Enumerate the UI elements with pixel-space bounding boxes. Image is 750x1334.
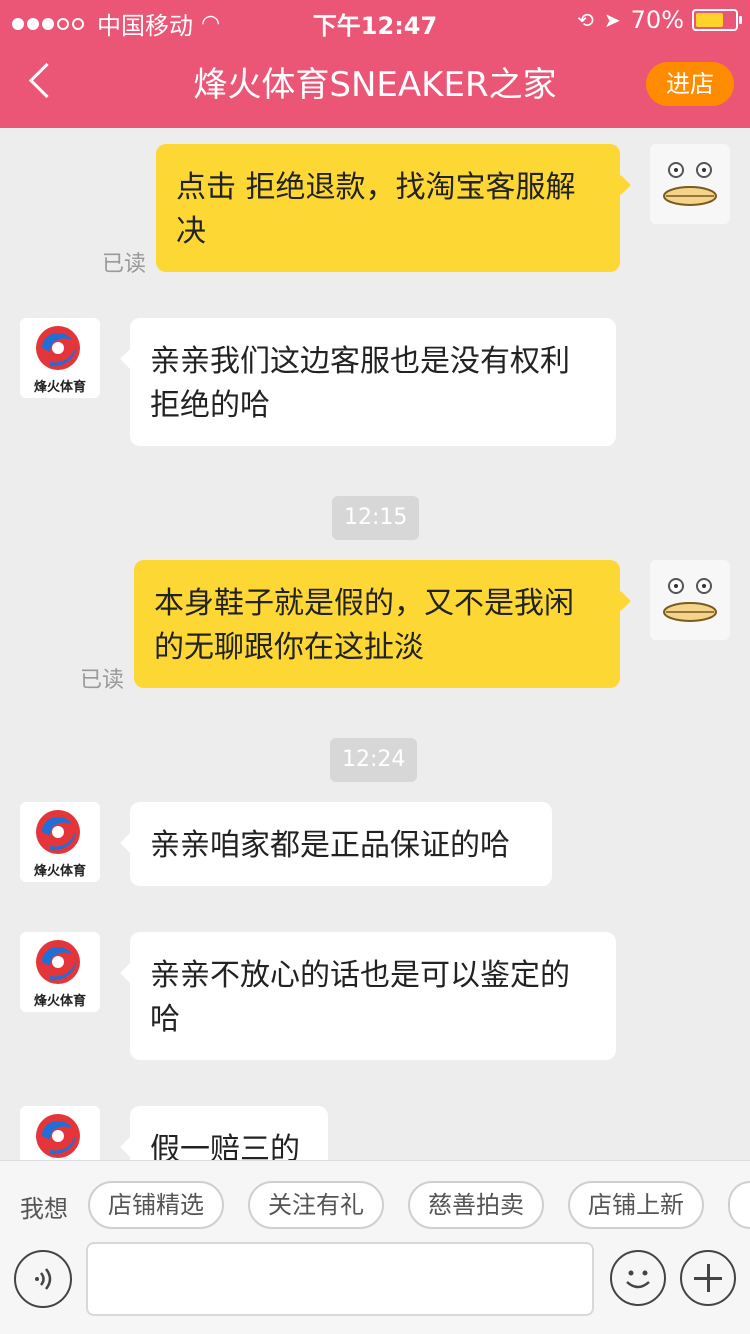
- message-bubble[interactable]: 亲亲我们这边客服也是没有权利拒绝的哈: [130, 318, 616, 446]
- back-button[interactable]: [26, 62, 62, 106]
- message-bubble[interactable]: 假一赔三的: [130, 1106, 328, 1160]
- input-bar: [0, 1236, 750, 1334]
- header-bar: 中国移动 ◠ 下午12:47 ⟲ ➤ 70% 烽火体育SNEAKER之家 进店: [0, 0, 750, 128]
- chat-title: 烽火体育SNEAKER之家: [193, 65, 557, 105]
- message-bubble[interactable]: 亲亲咱家都是正品保证的哈: [130, 802, 552, 886]
- voice-button[interactable]: [14, 1250, 72, 1308]
- timestamp: 12:24: [330, 738, 418, 782]
- message-input[interactable]: [86, 1242, 594, 1316]
- suggest-label: 我想: [20, 1195, 68, 1223]
- chat-area[interactable]: 点击 拒绝退款，找淘宝客服解决 已读 烽火体育 亲亲我们这边客服也是没有权利拒绝…: [0, 128, 750, 1160]
- suggest-pill-new-arrivals[interactable]: 店铺上新: [568, 1181, 704, 1229]
- suggest-pill-follow-gift[interactable]: 关注有礼: [248, 1181, 384, 1229]
- read-status: 已读: [80, 668, 125, 693]
- emoji-button[interactable]: [610, 1250, 666, 1306]
- user-avatar[interactable]: [650, 560, 730, 640]
- suggest-pill-more[interactable]: [728, 1181, 750, 1229]
- smiley-icon: [626, 1270, 650, 1289]
- message-bubble[interactable]: 亲亲不放心的话也是可以鉴定的哈: [130, 932, 616, 1060]
- message-bubble[interactable]: 本身鞋子就是假的，又不是我闲的无聊跟你在这扯淡: [134, 560, 620, 688]
- rotation-lock-icon: ⟲: [577, 8, 594, 32]
- read-status: 已读: [102, 252, 147, 277]
- voice-icon: [35, 1268, 52, 1290]
- suggest-pill-featured[interactable]: 店铺精选: [88, 1181, 224, 1229]
- quick-suggestion-bar: 我想 店铺精选 关注有礼 慈善拍卖 店铺上新: [0, 1160, 750, 1248]
- shop-logo-text: 烽火体育: [34, 993, 86, 1009]
- shop-avatar[interactable]: 烽火体育: [20, 318, 100, 398]
- timestamp: 12:15: [332, 496, 420, 540]
- more-options-button[interactable]: [680, 1250, 736, 1306]
- suggest-pill-charity-auction[interactable]: 慈善拍卖: [408, 1181, 544, 1229]
- battery-icon: [692, 9, 742, 31]
- shop-logo-text: 烽火体育: [34, 379, 86, 395]
- message-bubble[interactable]: 点击 拒绝退款，找淘宝客服解决: [156, 144, 620, 272]
- shop-logo-text: 烽火体育: [34, 863, 86, 879]
- user-avatar[interactable]: [650, 144, 730, 224]
- shop-avatar[interactable]: 烽火体育: [20, 802, 100, 882]
- battery-percent: 70%: [630, 6, 684, 34]
- status-bar: 中国移动 ◠ 下午12:47 ⟲ ➤ 70%: [0, 0, 750, 40]
- shop-avatar[interactable]: 烽火体育: [20, 932, 100, 1012]
- location-icon: ➤: [603, 8, 621, 32]
- shop-avatar[interactable]: 烽火体育: [20, 1106, 100, 1160]
- enter-shop-button[interactable]: 进店: [646, 62, 734, 106]
